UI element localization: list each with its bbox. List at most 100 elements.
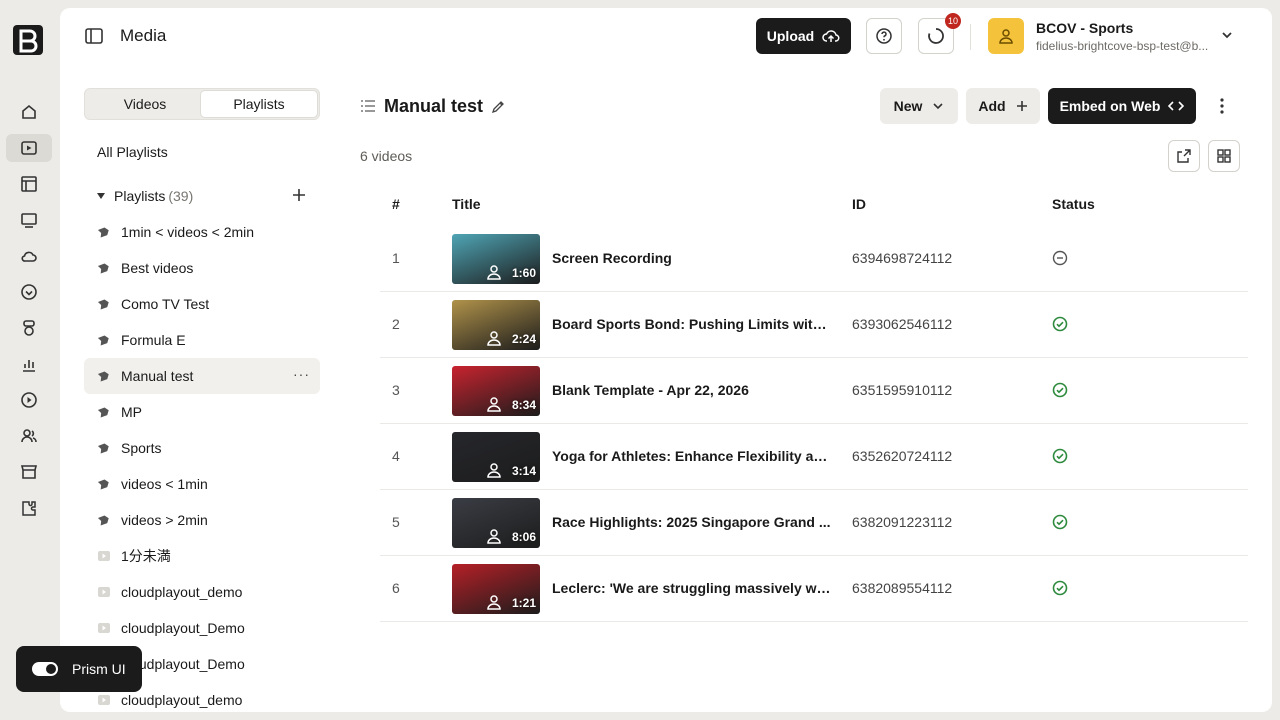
- analytics-icon[interactable]: [14, 350, 44, 378]
- player-icon[interactable]: [14, 206, 44, 234]
- video-thumbnail[interactable]: 3:14: [452, 432, 540, 482]
- playlists-section-header[interactable]: Playlists (39): [96, 188, 193, 204]
- video-thumbnail[interactable]: 2:24: [452, 300, 540, 350]
- playlist-more-button[interactable]: ···: [293, 366, 310, 382]
- cloud-icon[interactable]: [14, 242, 44, 270]
- video-status: [1052, 250, 1068, 271]
- new-button[interactable]: New: [880, 88, 958, 124]
- prism-ui-toggle[interactable]: Prism UI: [16, 646, 142, 692]
- video-count: 6 videos: [360, 148, 413, 164]
- sidebar-playlist-item[interactable]: Formula E: [84, 322, 320, 358]
- more-vertical-icon[interactable]: [1214, 96, 1230, 116]
- tab-playlists[interactable]: Playlists: [201, 91, 317, 117]
- brightcove-logo-icon[interactable]: [10, 22, 46, 58]
- playlist-label: MP: [121, 404, 142, 420]
- users-icon[interactable]: [14, 422, 44, 450]
- column-header-status[interactable]: Status: [1052, 196, 1095, 212]
- video-title[interactable]: Board Sports Bond: Pushing Limits with .…: [552, 316, 832, 332]
- smart-playlist-icon: [97, 443, 109, 454]
- social-icon[interactable]: [14, 314, 44, 342]
- edit-pencil-icon[interactable]: [490, 99, 506, 115]
- person-icon: [487, 397, 501, 412]
- table-row[interactable]: 2 2:24 Board Sports Bond: Pushing Limits w…: [380, 292, 1248, 358]
- embed-label: Embed on Web: [1059, 98, 1161, 114]
- sidebar-playlist-item[interactable]: Como TV Test: [84, 286, 320, 322]
- sidebar-playlist-item[interactable]: MP: [84, 394, 320, 430]
- all-playlists-link[interactable]: All Playlists: [97, 144, 168, 160]
- embed-on-web-button[interactable]: Embed on Web: [1048, 88, 1196, 124]
- video-id: 6393062546112: [852, 316, 953, 332]
- manual-playlist-icon: [98, 587, 110, 597]
- video-duration: 1:21: [511, 596, 536, 610]
- chevron-down-icon: [1222, 32, 1232, 39]
- playlist-list: 1min < videos < 2min Best videos Como TV T…: [84, 214, 320, 712]
- tab-videos[interactable]: Videos: [87, 91, 203, 117]
- sidebar-toggle-icon[interactable]: [84, 26, 104, 46]
- video-thumbnail[interactable]: 1:21: [452, 564, 540, 614]
- table-row[interactable]: 5 8:06 Race Highlights: 2025 Singapore Gra…: [380, 490, 1248, 556]
- table-row[interactable]: 6 1:21 Leclerc: 'We are struggling massive…: [380, 556, 1248, 622]
- video-title[interactable]: Leclerc: 'We are struggling massively wi…: [552, 580, 832, 596]
- user-icon: [999, 29, 1013, 44]
- home-icon[interactable]: [14, 98, 44, 126]
- playlist-label: videos > 2min: [121, 512, 208, 528]
- add-playlist-button[interactable]: [292, 187, 306, 205]
- video-title[interactable]: Screen Recording: [552, 250, 832, 266]
- video-id: 6382089554112: [852, 580, 953, 596]
- media-type-switch: Videos Playlists: [84, 88, 320, 120]
- table-row[interactable]: 3 8:34 Blank Template - Apr 22, 2026 635159…: [380, 358, 1248, 424]
- smart-playlist-icon: [97, 335, 109, 346]
- video-status: [1052, 514, 1068, 535]
- sidebar-playlist-item[interactable]: videos > 2min: [84, 502, 320, 538]
- video-thumbnail[interactable]: 8:06: [452, 498, 540, 548]
- share-button[interactable]: [1168, 140, 1200, 172]
- sidebar-playlist-item[interactable]: cloudplayout_demo: [84, 574, 320, 610]
- column-header-id[interactable]: ID: [852, 196, 866, 212]
- smart-playlist-icon: [97, 299, 109, 310]
- video-title[interactable]: Yoga for Athletes: Enhance Flexibility a…: [552, 448, 832, 464]
- media-icon[interactable]: [6, 134, 52, 162]
- sidebar-playlist-item[interactable]: cloudplayout_Demo: [84, 610, 320, 646]
- code-icon: [1168, 101, 1185, 111]
- add-button[interactable]: Add: [966, 88, 1040, 124]
- toggle-switch[interactable]: [32, 662, 58, 676]
- grid-icon: [1217, 149, 1231, 163]
- heart-badge-icon[interactable]: [14, 278, 44, 306]
- smart-playlist-icon: [97, 263, 109, 274]
- plus-icon: [293, 189, 305, 201]
- account-email: fidelius-brightcove-bsp-test@b...: [1036, 39, 1209, 53]
- sidebar-playlist-item[interactable]: videos < 1min: [84, 466, 320, 502]
- video-id: 6382091223112: [852, 514, 953, 530]
- table-row[interactable]: 4 3:14 Yoga for Athletes: Enhance Flexibil…: [380, 424, 1248, 490]
- upload-label: Upload: [766, 28, 815, 44]
- sidebar-playlist-item[interactable]: Sports: [84, 430, 320, 466]
- store-icon[interactable]: [14, 458, 44, 486]
- plus-icon: [1016, 101, 1027, 111]
- status-active-icon: [1052, 580, 1068, 596]
- sidebar-playlist-item[interactable]: Manual test ···: [84, 358, 320, 394]
- row-number: 1: [392, 250, 400, 266]
- video-title[interactable]: Blank Template - Apr 22, 2026: [552, 382, 832, 398]
- help-button[interactable]: [866, 18, 902, 54]
- manual-playlist-icon: [98, 623, 110, 633]
- live-icon[interactable]: [14, 386, 44, 414]
- activity-button[interactable]: 10: [918, 13, 961, 54]
- upload-button[interactable]: Upload: [756, 18, 851, 54]
- sidebar-playlist-item[interactable]: 1min < videos < 2min: [84, 214, 320, 250]
- column-header-num[interactable]: #: [392, 196, 400, 212]
- sidebar-playlist-item[interactable]: Best videos: [84, 250, 320, 286]
- app-rail: [0, 0, 58, 720]
- avatar: [988, 18, 1024, 54]
- table-row[interactable]: 1 1:60 Screen Recording 6394698724112: [380, 226, 1248, 292]
- list-icon: [361, 100, 375, 112]
- video-thumbnail[interactable]: 8:34: [452, 366, 540, 416]
- layout-icon[interactable]: [14, 170, 44, 198]
- caret-down-icon: [97, 193, 105, 199]
- plugins-icon[interactable]: [14, 494, 44, 522]
- grid-view-button[interactable]: [1208, 140, 1240, 172]
- sidebar-playlist-item[interactable]: 1分未満: [84, 538, 320, 574]
- video-title[interactable]: Race Highlights: 2025 Singapore Grand ..…: [552, 514, 832, 530]
- video-thumbnail[interactable]: 1:60: [452, 234, 540, 284]
- account-switcher[interactable]: BCOV - Sports fidelius-brightcove-bsp-te…: [988, 18, 1248, 56]
- column-header-title[interactable]: Title: [452, 196, 481, 212]
